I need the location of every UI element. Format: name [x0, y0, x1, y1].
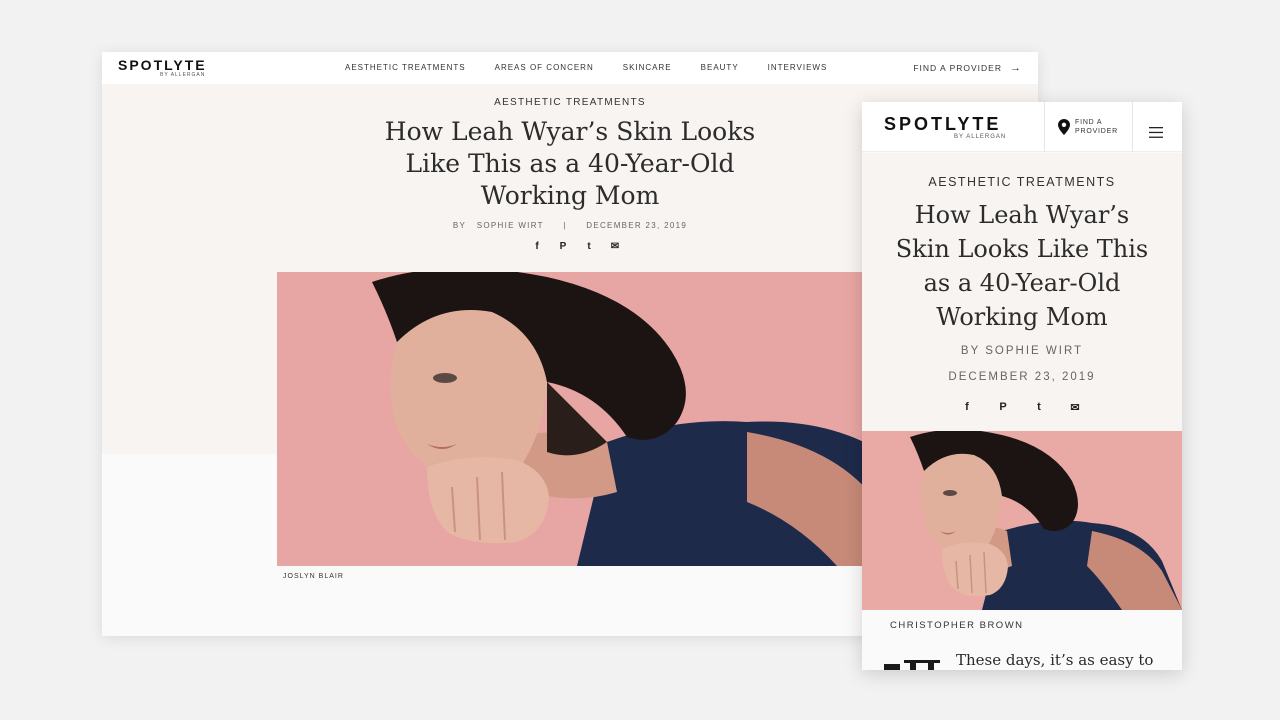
byline-author[interactable]: SOPHIE WIRT [477, 221, 544, 230]
photo-credit: JOSLYN BLAIR [283, 573, 344, 580]
nav-item-beauty[interactable]: BEAUTY [701, 63, 739, 72]
facebook-icon[interactable]: f [524, 241, 550, 253]
twitter-icon[interactable]: t [1021, 401, 1057, 414]
article-body-text: These days, it’s as easy to [956, 651, 1154, 669]
share-bar: f P t ✉ [524, 241, 628, 253]
logo-subtitle: BY ALLERGAN [160, 72, 206, 78]
byline-date: DECEMBER 23, 2019 [586, 221, 688, 230]
nav-item-aesthetic-treatments[interactable]: AESTHETIC TREATMENTS [345, 63, 466, 72]
drop-cap-graphic [884, 658, 942, 670]
mobile-photo-credit: CHRISTOPHER BROWN [890, 620, 1024, 631]
mobile-byline-author[interactable]: BY SOPHIE WIRT [862, 345, 1182, 357]
find-provider-link[interactable]: FIND A PROVIDER → [913, 62, 1022, 74]
find-provider-label: FIND A PROVIDER [913, 63, 1002, 73]
byline-separator: | [563, 221, 567, 230]
mobile-byline-date: DECEMBER 23, 2019 [948, 371, 1096, 383]
mobile-preview: SPOTLYTE BY ALLERGAN FIND A PROVIDER AES… [862, 102, 1182, 670]
mobile-logo-wordmark: SPOTLYTE [884, 114, 1002, 134]
logo-wordmark: SPOTLYTE [118, 57, 207, 73]
header-divider [1044, 102, 1045, 152]
mobile-header: SPOTLYTE BY ALLERGAN FIND A PROVIDER [862, 102, 1182, 152]
nav-item-areas-of-concern[interactable]: AREAS OF CONCERN [495, 63, 594, 72]
twitter-icon[interactable]: t [576, 241, 602, 253]
nav-item-skincare[interactable]: SKINCARE [623, 63, 672, 72]
mobile-share-bar: f P t ✉ [949, 401, 1093, 414]
mobile-article-title: How Leah Wyar’s Skin Looks Like This as … [895, 201, 1149, 331]
mobile-article-category[interactable]: AESTHETIC TREATMENTS [862, 175, 1182, 189]
site-logo[interactable]: SPOTLYTE BY ALLERGAN [118, 58, 238, 79]
email-icon[interactable]: ✉ [1057, 401, 1093, 414]
mobile-hero-photo [862, 431, 1182, 610]
portrait-photo-graphic [862, 431, 1182, 610]
nav-item-interviews[interactable]: INTERVIEWS [768, 63, 828, 72]
byline-prefix: BY [452, 221, 467, 230]
map-pin-icon [1058, 119, 1070, 135]
pinterest-icon[interactable]: P [985, 401, 1021, 414]
mobile-logo[interactable]: SPOTLYTE BY ALLERGAN [884, 115, 1006, 142]
pinterest-icon[interactable]: P [550, 241, 576, 253]
site-header: SPOTLYTE BY ALLERGAN AESTHETIC TREATMENT… [102, 52, 1038, 84]
header-divider [1132, 102, 1133, 152]
mobile-find-provider-label: FIND A PROVIDER [1075, 119, 1118, 135]
hamburger-menu-icon[interactable] [1149, 125, 1163, 143]
article-title: How Leah Wyar’s Skin Looks Like This as … [384, 117, 756, 210]
mobile-logo-subtitle: BY ALLERGAN [954, 134, 1007, 140]
main-nav: AESTHETIC TREATMENTS AREAS OF CONCERN SK… [345, 63, 856, 72]
mobile-find-provider[interactable]: FIND A PROVIDER [1058, 118, 1125, 136]
facebook-icon[interactable]: f [949, 401, 985, 414]
arrow-right-icon: → [1010, 62, 1022, 74]
email-icon[interactable]: ✉ [602, 241, 628, 253]
